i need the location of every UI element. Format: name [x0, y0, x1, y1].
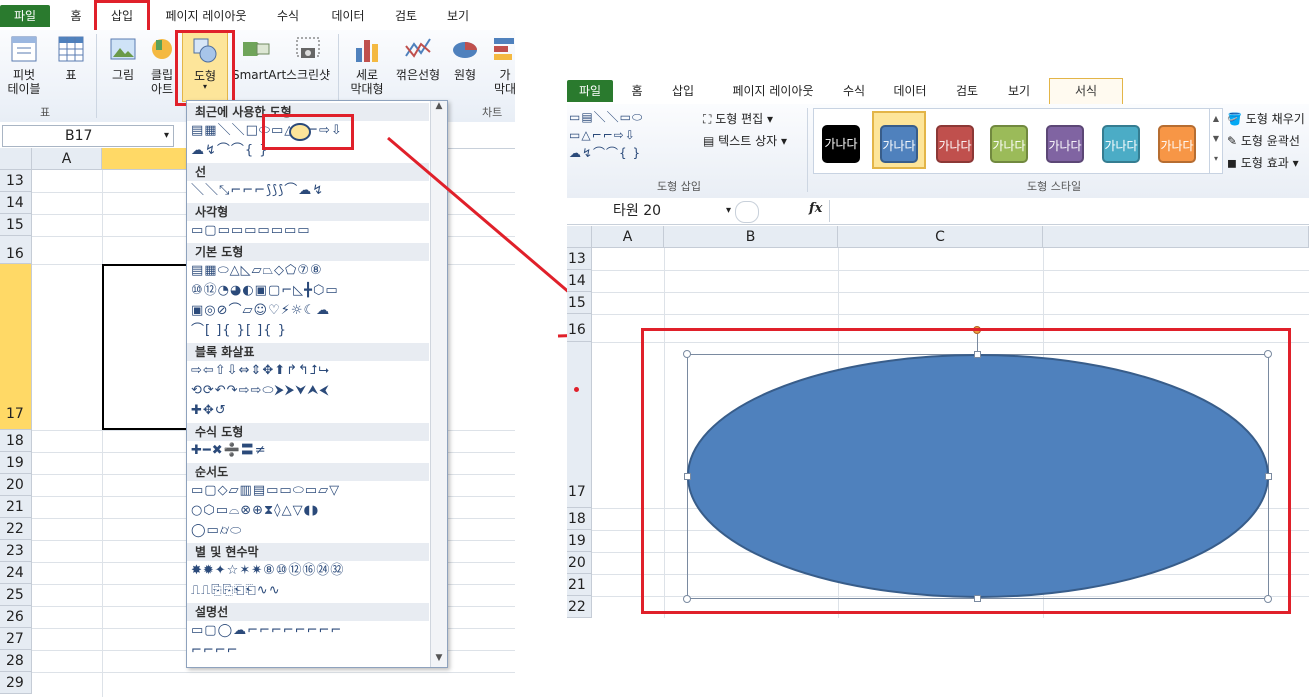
- shape-effects-label: 도형 효과: [1240, 156, 1289, 170]
- column-header-b[interactable]: B: [664, 226, 838, 248]
- name-box-value: 타원 20: [613, 203, 662, 219]
- name-box[interactable]: 타원 20 ▾: [569, 201, 735, 221]
- group-divider: [807, 108, 808, 192]
- tab-home[interactable]: 홈: [623, 80, 651, 102]
- row-header[interactable]: 13: [567, 248, 592, 270]
- row-header[interactable]: 14: [567, 270, 592, 292]
- style-green[interactable]: 가나다: [990, 125, 1028, 163]
- row-header[interactable]: 19: [567, 530, 592, 552]
- group-insert-shape-label: 도형 삽입: [657, 180, 701, 193]
- style-black[interactable]: 가나다: [822, 125, 860, 163]
- tab-view[interactable]: 보기: [999, 80, 1039, 102]
- shape-effects-button[interactable]: ◼ 도형 효과 ▾: [1227, 154, 1299, 171]
- format-ribbon: ▭▤＼＼▭⬭ ▭△⌐⌐⇨⇩ ☁↯⌒⌒{ } ⛶ 도형 편집 ▾ ▤ 텍스트 상자 ▾…: [567, 104, 1309, 199]
- shape-styles-gallery: 가나다 가나다 가나다 가나다 가나다 가나다 가나다 ▲ ▼ ▾: [813, 108, 1223, 174]
- column-header-c[interactable]: C: [838, 226, 1043, 248]
- row-header[interactable]: 17: [567, 342, 592, 508]
- tab-insert[interactable]: 삽입: [663, 80, 703, 102]
- tab-format[interactable]: 서식: [1049, 78, 1123, 104]
- edit-shape-button[interactable]: ⛶ 도형 편집 ▾: [703, 110, 773, 127]
- column-header-d[interactable]: [1043, 226, 1309, 248]
- text-box-button[interactable]: ▤ 텍스트 상자 ▾: [703, 132, 787, 149]
- style-aqua[interactable]: 가나다: [1102, 125, 1140, 163]
- style-blue[interactable]: 가나다: [880, 125, 918, 163]
- style-purple[interactable]: 가나다: [1046, 125, 1084, 163]
- tab-file[interactable]: 파일: [567, 80, 613, 102]
- ribbon-tab-bar: 파일 홈 삽입 페이지 레이아웃 수식 데이터 검토 보기 서식: [567, 78, 1309, 105]
- pencil-icon: ✎: [1227, 134, 1238, 148]
- ellipse-result-highlight: [641, 328, 1291, 614]
- formula-bar: 타원 20 ▾ fx: [567, 198, 1309, 225]
- edit-shape-icon: ⛶: [703, 112, 712, 126]
- style-orange[interactable]: 가나다: [1158, 125, 1196, 163]
- row-header[interactable]: 20: [567, 552, 592, 574]
- text-box-icon: ▤: [703, 134, 715, 148]
- formula-divider-handle[interactable]: [735, 201, 759, 223]
- chevron-down-icon[interactable]: ▾: [726, 201, 731, 221]
- shape-outline-button[interactable]: ✎ 도형 윤곽선: [1227, 132, 1300, 149]
- right-excel-window: 파일 홈 삽입 페이지 레이아웃 수식 데이터 검토 보기 서식 ▭▤＼＼▭⬭ ▭…: [567, 78, 1309, 697]
- row-header[interactable]: 18: [567, 508, 592, 530]
- shape-fill-label: 도형 채우기: [1245, 112, 1305, 126]
- red-dot-marker: [574, 387, 579, 392]
- text-box-label: 텍스트 상자: [718, 134, 778, 148]
- column-header-a[interactable]: A: [592, 226, 664, 248]
- edit-shape-label: 도형 편집: [715, 112, 764, 126]
- row-header[interactable]: 22: [567, 596, 592, 618]
- insert-shape-gallery[interactable]: ▭▤＼＼▭⬭ ▭△⌐⌐⇨⇩ ☁↯⌒⌒{ }: [569, 108, 643, 162]
- row-header[interactable]: 21: [567, 574, 592, 596]
- row-header[interactable]: 16: [567, 314, 592, 342]
- row-header[interactable]: 15: [567, 292, 592, 314]
- fx-icon[interactable]: fx: [809, 201, 822, 216]
- gallery-more-button[interactable]: ▲ ▼ ▾: [1209, 109, 1222, 173]
- tab-data[interactable]: 데이터: [885, 80, 935, 102]
- effects-icon: ◼: [1227, 156, 1237, 170]
- tab-review[interactable]: 검토: [947, 80, 987, 102]
- shape-fill-button[interactable]: 🪣 도형 채우기: [1227, 110, 1305, 127]
- shape-outline-label: 도형 윤곽선: [1240, 134, 1300, 148]
- style-red[interactable]: 가나다: [936, 125, 974, 163]
- paint-bucket-icon: 🪣: [1227, 112, 1242, 126]
- tab-page-layout[interactable]: 페이지 레이아웃: [717, 80, 829, 102]
- group-shape-styles-label: 도형 스타일: [1027, 180, 1082, 193]
- formula-input[interactable]: [829, 200, 1309, 222]
- select-all-corner[interactable]: [567, 226, 592, 248]
- tab-formulas[interactable]: 수식: [835, 80, 873, 102]
